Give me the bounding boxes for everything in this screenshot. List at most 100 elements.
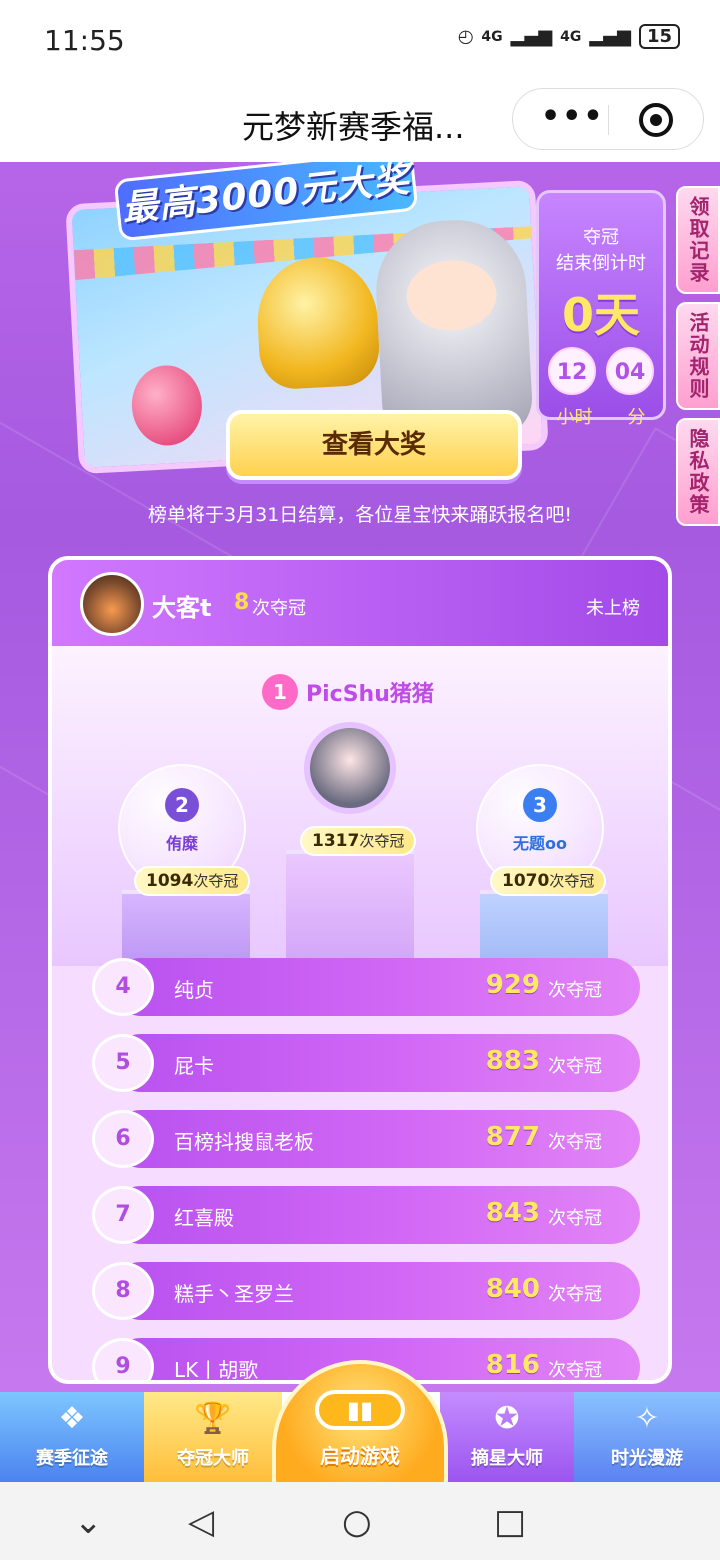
rank1-count: 1317 [312,831,360,851]
rank-badge-2: 2 [165,788,199,822]
chevron-down-icon[interactable]: ⌄ [74,1502,103,1542]
row-count: 843 [485,1198,540,1228]
trophy-icon [254,254,382,391]
mascot-face [404,258,499,333]
row-count: 816 [485,1350,540,1380]
my-count-unit: 次夺冠 [252,598,306,619]
my-name: 大客t [152,594,212,622]
my-rank-bar: 大客t 8 次夺冠 未上榜 [52,560,668,646]
rank3-count: 1070 [502,871,550,891]
balloon-icon [129,363,204,448]
countdown-hours: 12 [548,347,596,395]
trophy-icon: 🏆 [194,1401,232,1436]
list-item[interactable]: 6 百榜抖搜鼠老板 877 次夺冠 [92,1110,640,1168]
row-rank: 6 [92,1110,154,1168]
rank1-name: PicShu猪猪 [306,682,434,707]
side-tab-records[interactable]: 领取记录 [676,186,720,294]
close-target-icon[interactable] [639,103,673,137]
more-button[interactable]: ••• [541,99,605,134]
signal-icon-2: 4G [560,28,582,45]
row-rank: 4 [92,958,154,1016]
back-icon[interactable]: ◁ [188,1502,214,1542]
countdown-panel: 夺冠 结束倒计时 0天 12 04 小时 分 [536,190,666,428]
row-unit: 次夺冠 [548,980,602,1001]
avatar-rank1[interactable] [304,722,396,814]
rank1-count-pill: 1317次夺冠 [300,826,417,856]
status-bar: 11:55 ◴ 4G ▂▄▆ 4G ▂▄▆ 15 [0,0,720,80]
row-rank: 8 [92,1262,154,1320]
nav-star[interactable]: ✪ 摘星大师 [440,1392,574,1482]
nav-champion-label: 夺冠大师 [177,1448,249,1469]
list-item[interactable]: 8 糕手丶圣罗兰 840 次夺冠 [92,1262,640,1320]
row-name: 纯贞 [174,978,214,1002]
speed-icon: ◴ [457,26,474,47]
list-item[interactable]: 7 红喜殿 843 次夺冠 [92,1186,640,1244]
countdown-label: 夺冠 [583,227,619,248]
magic-wand-icon: ✧ [634,1401,660,1436]
rank2-count-pill: 1094次夺冠 [134,866,251,896]
rank1-unit: 次夺冠 [359,832,405,850]
system-nav-bar: ⌄ ◁ ○ □ [0,1482,720,1560]
rank2-count: 1094 [146,871,194,891]
rank1-label: 1 PicShu猪猪 [262,674,434,710]
nav-travel-label: 时光漫游 [611,1448,683,1469]
row-unit: 次夺冠 [548,1208,602,1229]
avatar [80,572,144,636]
row-name: 屁卡 [174,1054,214,1078]
row-name: 红喜殿 [174,1206,234,1230]
nav-star-label: 摘星大师 [471,1448,543,1469]
side-tab-records-label: 领取记录 [686,196,710,284]
rank3-name: 无题oo [513,834,567,853]
row-count: 929 [485,970,540,1000]
side-tab-rules[interactable]: 活动规则 [676,302,720,410]
signal-bars-icon-2: ▂▄▆ [589,26,631,47]
gamepad-icon: ▮▮ [315,1390,405,1430]
launch-game-label: 启动游戏 [320,1444,400,1468]
row-rank: 5 [92,1034,154,1092]
my-rank-status: 未上榜 [586,598,640,619]
settlement-notice: 榜单将于3月31日结算，各位星宝快来踊跃报名吧! [148,504,572,526]
row-count: 877 [485,1122,540,1152]
rank2-name: 侑糜 [165,834,198,853]
countdown-circles: 12 04 [539,347,663,395]
view-prize-button[interactable]: 查看大奖 [226,410,522,480]
status-icons: ◴ 4G ▂▄▆ 4G ▂▄▆ 15 [458,24,680,49]
nav-season-label: 赛季征途 [36,1448,108,1469]
recents-icon[interactable]: □ [494,1502,526,1542]
list-item[interactable]: 5 屁卡 883 次夺冠 [92,1034,640,1092]
rank-badge-1: 1 [262,674,298,710]
nav-travel[interactable]: ✧ 时光漫游 [574,1392,720,1482]
list-item[interactable]: 4 纯贞 929 次夺冠 [92,958,640,1016]
row-rank: 7 [92,1186,154,1244]
countdown-days: 0天 [561,288,640,342]
wings-icon: ❖ [58,1401,86,1436]
clock: 11:55 [44,24,125,57]
nav-season[interactable]: ❖ 赛季征途 [0,1392,144,1482]
row-unit: 次夺冠 [548,1284,602,1305]
row-count: 883 [485,1046,540,1076]
hours-unit: 小时 [556,407,593,428]
countdown-label-2: 结束倒计时 [556,253,646,274]
battery-icon: 15 [638,24,680,49]
page-title: 元梦新赛季福... [242,108,465,146]
side-tab-rules-label: 活动规则 [686,312,710,400]
star-icon: ✪ [494,1401,520,1436]
signal-bars-icon: ▂▄▆ [510,26,553,47]
countdown-minutes: 04 [606,347,654,395]
capsule-divider [608,105,609,135]
rank3-count-pill: 1070次夺冠 [490,866,607,896]
my-count: 8 [234,590,250,615]
signal-icon: 4G [481,28,503,45]
rank-badge-3: 3 [523,788,557,822]
activity-page: 最高3000元大奖 夺冠 结束倒计时 0天 12 04 小时 分 查看大奖 领取… [0,162,720,1392]
nav-champion[interactable]: 🏆 夺冠大师 [144,1392,282,1482]
row-unit: 次夺冠 [548,1360,602,1381]
leaderboard-panel: 大客t 8 次夺冠 未上榜 1 PicShu猪猪 1317次夺冠 2 侑糜 10… [48,556,672,1384]
minutes-unit: 分 [627,407,646,428]
home-icon[interactable]: ○ [342,1502,372,1542]
view-prize-label: 查看大奖 [321,430,426,460]
capsule-menu: ••• [512,88,704,150]
row-name: 百榜抖搜鼠老板 [174,1130,314,1154]
row-unit: 次夺冠 [548,1132,602,1153]
rank3-unit: 次夺冠 [549,872,595,890]
